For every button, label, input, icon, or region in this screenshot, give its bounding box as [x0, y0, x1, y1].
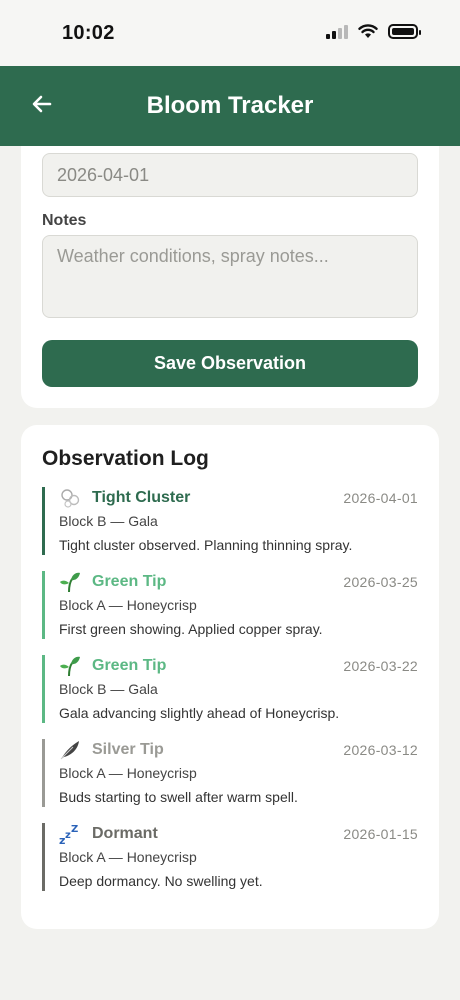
entry-stage: Silver Tip — [92, 741, 164, 758]
entry-block: Block A — Honeycrisp — [59, 765, 197, 781]
entry-stage: Dormant — [92, 825, 158, 842]
cellular-signal-icon — [326, 24, 348, 39]
log-title: Observation Log — [42, 447, 209, 470]
entry-note: Tight cluster observed. Planning thinnin… — [59, 537, 353, 553]
wifi-icon — [358, 24, 378, 38]
observation-form: 2026-04-01 Notes Save Observation — [21, 146, 439, 408]
notes-field[interactable] — [42, 235, 418, 318]
entry-block: Block A — Honeycrisp — [59, 849, 197, 865]
svg-text:Z: Z — [71, 824, 78, 835]
save-observation-button[interactable]: Save Observation — [42, 340, 418, 387]
app-header: Bloom Tracker — [0, 66, 460, 146]
log-entry[interactable]: Tight Cluster 2026-04-01 Block B — Gala … — [42, 487, 418, 555]
seedling-icon — [60, 572, 80, 593]
seedling-icon — [60, 656, 80, 677]
status-bar: 10:02 — [0, 0, 460, 66]
page-title: Bloom Tracker — [146, 92, 314, 119]
entry-stage: Green Tip — [92, 573, 167, 590]
entry-date: 2026-03-25 — [343, 574, 418, 590]
zzz-icon: z z Z — [59, 824, 78, 845]
entry-stage: Green Tip — [92, 657, 167, 674]
entry-note: First green showing. Applied copper spra… — [59, 621, 323, 637]
entry-stage: Tight Cluster — [92, 489, 191, 506]
entry-date: 2026-03-12 — [343, 742, 418, 758]
entry-date: 2026-01-15 — [343, 826, 418, 842]
entry-block: Block B — Gala — [59, 513, 158, 529]
bud-cluster-icon — [61, 489, 80, 508]
entry-note: Buds starting to swell after warm spell. — [59, 789, 298, 805]
log-entry[interactable]: Green Tip 2026-03-25 Block A — Honeycris… — [42, 571, 418, 639]
notes-label: Notes — [42, 212, 87, 229]
entry-block: Block B — Gala — [59, 681, 158, 697]
status-icons — [326, 24, 421, 39]
entry-block: Block A — Honeycrisp — [59, 597, 197, 613]
log-entry[interactable]: Silver Tip 2026-03-12 Block A — Honeycri… — [42, 739, 418, 807]
log-entry[interactable]: Green Tip 2026-03-22 Block B — Gala Gala… — [42, 655, 418, 723]
log-list: Tight Cluster 2026-04-01 Block B — Gala … — [42, 487, 418, 907]
back-arrow-icon[interactable] — [30, 92, 54, 116]
entry-date: 2026-03-22 — [343, 658, 418, 674]
battery-icon — [388, 24, 421, 39]
entry-note: Gala advancing slightly ahead of Honeycr… — [59, 705, 340, 721]
observation-log: Observation Log Tight Cluster 2026-04-01… — [21, 425, 439, 929]
status-time: 10:02 — [62, 22, 115, 44]
entry-note: Deep dormancy. No swelling yet. — [59, 873, 263, 889]
entry-date: 2026-04-01 — [343, 490, 418, 506]
log-entry[interactable]: z z Z Dormant 2026-01-15 Block A — Honey… — [42, 823, 418, 891]
date-field[interactable]: 2026-04-01 — [42, 153, 418, 197]
feather-icon — [60, 741, 79, 760]
